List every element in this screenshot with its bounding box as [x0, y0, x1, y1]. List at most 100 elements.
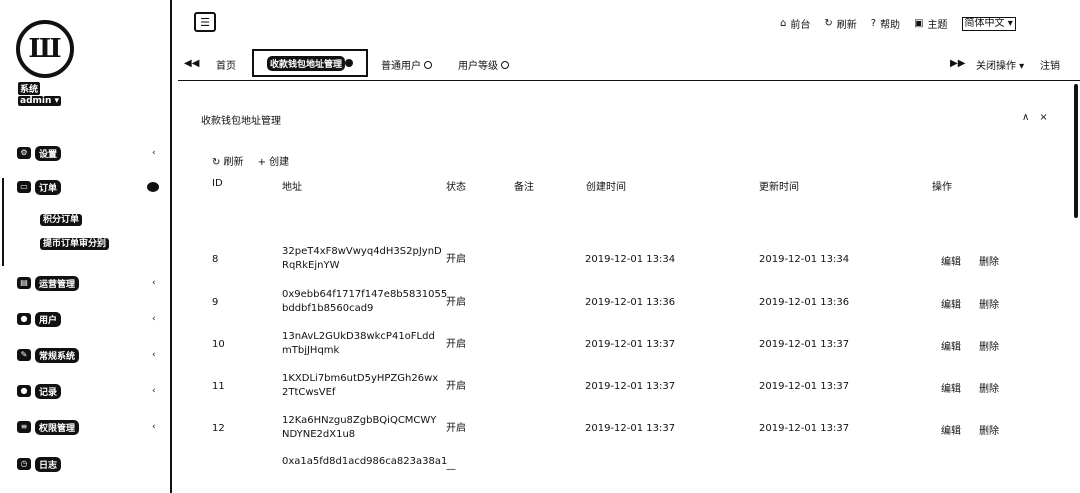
chevron-left-icon: ‹: [152, 350, 156, 360]
table-toolbar: ↻ 刷新 + 创建: [212, 153, 289, 168]
tab-home[interactable]: 首页: [216, 57, 236, 72]
cell-address-line2: mTbjJHqmk: [282, 345, 340, 356]
column-header-updated[interactable]: 更新时间: [759, 178, 799, 193]
gear-icon: ⚙: [17, 147, 31, 159]
sidebar-item-label: 订单: [35, 179, 62, 195]
chevron-left-icon: ‹: [152, 148, 156, 158]
cell-id: 8: [212, 254, 219, 265]
sidebar-item-orders[interactable]: ▭ 订单: [17, 178, 62, 196]
sidebar-item-users[interactable]: ● 用户: [17, 310, 62, 328]
sidebar-item-general[interactable]: ✎ 常规系统: [17, 346, 80, 364]
tab-scroll-right-icon[interactable]: ▶▶: [950, 58, 965, 69]
cell-updated: 2019-12-01 13:36: [759, 297, 850, 308]
cell-status: 开启: [446, 254, 466, 265]
close-icon[interactable]: [501, 60, 509, 69]
cell-address-line2: NDYNE2dX1u8: [282, 429, 356, 440]
sidebar-item-label: 设置: [35, 145, 62, 161]
cell-id: 11: [212, 381, 225, 392]
delete-button[interactable]: 删除: [979, 422, 999, 437]
cell-address: 1KXDLi7bm6utD5yHPZGh26wx: [282, 373, 439, 384]
top-right-toolbar: ⌂ 前台 ↻ 刷新 ? 帮助 ▣ 主题 简体中文 ▾: [780, 16, 1016, 31]
chevron-left-icon: ‹: [152, 278, 156, 288]
theme-link[interactable]: ▣ 主题: [914, 16, 947, 31]
sidebar-item-label: 用户: [35, 311, 62, 327]
user-role-dropdown[interactable]: admin ▾: [18, 96, 62, 106]
record-icon: ●: [17, 385, 31, 397]
cell-status: —: [446, 464, 456, 475]
tab-scroll-left-icon[interactable]: ◀◀: [184, 58, 199, 69]
panel-title: 收款钱包地址管理: [201, 116, 281, 127]
sidebar-subitem-points-orders[interactable]: 积分订单: [40, 212, 83, 228]
user-icon: ●: [17, 313, 31, 325]
close-icon[interactable]: ×: [1039, 112, 1047, 123]
panel-tools: ∧ ×: [1022, 112, 1048, 123]
sidebar-item-records[interactable]: ● 记录: [17, 382, 62, 400]
home-icon: ⌂: [780, 18, 787, 29]
edit-button[interactable]: 编辑: [941, 296, 961, 311]
close-icon[interactable]: [424, 60, 432, 69]
tab-bar: ◀◀ 首页 收款钱包地址管理 普通用户 用户等级 ▶▶ 关闭操作 ▾ 注销: [178, 45, 1080, 81]
sidebar-item-operations[interactable]: ▤ 运营管理: [17, 274, 80, 292]
close-icon[interactable]: [345, 59, 353, 67]
delete-button[interactable]: 删除: [979, 253, 999, 268]
column-header-id[interactable]: ID: [212, 178, 223, 189]
edit-button[interactable]: 编辑: [941, 422, 961, 437]
help-link[interactable]: ? 帮助: [871, 16, 900, 31]
cell-created: 2019-12-01 13:37: [585, 381, 676, 392]
logo: Ш: [16, 20, 74, 78]
column-header-address[interactable]: 地址: [282, 178, 302, 193]
close-ops-dropdown[interactable]: 关闭操作 ▾: [976, 57, 1024, 72]
cell-id: 12: [212, 423, 225, 434]
sidebar-item-settings[interactable]: ⚙ 设置: [17, 144, 62, 162]
cell-status: 开启: [446, 381, 466, 392]
sidebar-subitem-withdraw-orders[interactable]: 提币订单审分别: [40, 236, 110, 252]
cell-updated: 2019-12-01 13:37: [759, 423, 850, 434]
collapse-icon[interactable]: ∧: [1022, 112, 1029, 123]
tab-wallet-address[interactable]: 收款钱包地址管理: [252, 49, 368, 77]
column-header-note[interactable]: 备注: [514, 178, 534, 193]
logout-link[interactable]: 注销: [1040, 57, 1060, 72]
chevron-left-icon: ‹: [152, 386, 156, 396]
list-icon: ≡: [17, 421, 31, 433]
tab-user-levels[interactable]: 用户等级: [458, 57, 509, 72]
sidebar: Ш 系统 admin ▾ ⚙ 设置 ‹ ▭ 订单 积分订单 提币订单审分别 ▤ …: [0, 0, 172, 493]
edit-button[interactable]: 编辑: [941, 253, 961, 268]
chart-icon: ▤: [17, 277, 31, 289]
sidebar-item-permissions[interactable]: ≡ 权限管理: [17, 418, 80, 436]
delete-button[interactable]: 删除: [979, 296, 999, 311]
column-header-created[interactable]: 创建时间: [586, 178, 626, 193]
create-button[interactable]: + 创建: [258, 153, 290, 168]
cell-created: 2019-12-01 13:37: [585, 339, 676, 350]
cell-created: 2019-12-01 13:36: [585, 297, 676, 308]
cell-address: 0xa1a5fd8d1acd986ca823a38a1: [282, 456, 448, 467]
delete-button[interactable]: 删除: [979, 380, 999, 395]
language-select[interactable]: 简体中文 ▾: [961, 16, 1016, 31]
column-header-actions: 操作: [932, 182, 952, 193]
chevron-down-icon: [147, 182, 159, 192]
help-icon: ?: [870, 18, 877, 29]
edit-button[interactable]: 编辑: [941, 380, 961, 395]
cell-status: 开启: [446, 339, 466, 350]
cell-address-line2: bddbf1b8560cad9: [282, 303, 374, 314]
refresh-button[interactable]: ↻ 刷新: [212, 153, 244, 168]
refresh-link[interactable]: ↻ 刷新: [824, 16, 856, 31]
chevron-left-icon: ‹: [152, 314, 156, 324]
cell-address: 32peT4xF8wVwyq4dH3S2pJynD: [282, 246, 442, 257]
cell-status: 开启: [446, 297, 466, 308]
column-header-status[interactable]: 状态: [446, 178, 466, 193]
edit-button[interactable]: 编辑: [941, 338, 961, 353]
frontend-link[interactable]: ⌂ 前台: [780, 16, 810, 31]
edit-icon: ✎: [17, 349, 31, 361]
refresh-icon: ↻: [824, 18, 833, 29]
sidebar-item-logs[interactable]: ◷ 日志: [17, 455, 62, 473]
sidebar-item-label: 日志: [35, 456, 62, 472]
sidebar-item-label: 常规系统: [35, 347, 80, 363]
cell-updated: 2019-12-01 13:37: [759, 339, 850, 350]
scrollbar[interactable]: [1074, 84, 1078, 218]
user-name: 系统: [18, 82, 41, 95]
theme-icon: ▣: [914, 18, 924, 29]
delete-button[interactable]: 删除: [979, 338, 999, 353]
sidebar-item-label: 运营管理: [35, 275, 80, 291]
menu-toggle-button[interactable]: ☰: [194, 12, 216, 32]
tab-normal-users[interactable]: 普通用户: [381, 57, 432, 72]
